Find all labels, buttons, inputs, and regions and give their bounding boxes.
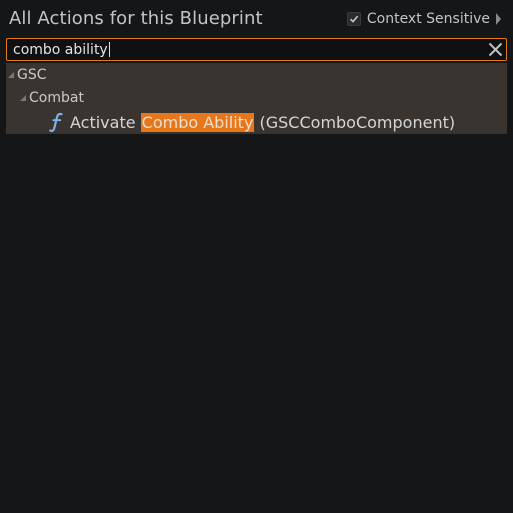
search-box[interactable]: combo ability bbox=[6, 38, 507, 61]
page-title: All Actions for this Blueprint bbox=[9, 8, 263, 29]
action-prefix: Activate bbox=[70, 112, 141, 132]
search-input-text: combo ability bbox=[13, 42, 108, 58]
highlight-text: Combo Ability bbox=[141, 112, 254, 132]
tree-category-gsc[interactable]: GSC bbox=[6, 66, 509, 84]
header: All Actions for this Blueprint Context S… bbox=[0, 0, 513, 38]
function-icon bbox=[49, 112, 63, 132]
context-sensitive-toggle[interactable]: Context Sensitive bbox=[346, 11, 501, 27]
close-icon[interactable] bbox=[487, 41, 504, 58]
category-label: GSC bbox=[17, 67, 47, 83]
context-sensitive-checkbox[interactable] bbox=[346, 12, 361, 26]
context-sensitive-label: Context Sensitive bbox=[366, 11, 490, 27]
action-tree: GSC Combat Activate Combo Ability (GSCCo… bbox=[6, 63, 507, 134]
text-caret bbox=[108, 42, 110, 57]
action-suffix: (GSCComboComponent) bbox=[254, 112, 456, 132]
action-menu-panel: All Actions for this Blueprint Context S… bbox=[0, 0, 513, 513]
search-match-highlight: Combo Ability bbox=[140, 112, 255, 132]
subcategory-label: Combat bbox=[29, 90, 84, 106]
collapse-triangle-icon[interactable] bbox=[20, 95, 26, 101]
search-input[interactable]: combo ability bbox=[13, 42, 110, 58]
action-item-activate-combo-ability[interactable]: Activate Combo Ability (GSCComboComponen… bbox=[6, 110, 513, 134]
checkmark-icon bbox=[349, 15, 359, 23]
expand-arrow-icon[interactable] bbox=[496, 13, 501, 25]
tree-category-combat[interactable]: Combat bbox=[6, 89, 513, 107]
collapse-triangle-icon[interactable] bbox=[8, 72, 14, 78]
